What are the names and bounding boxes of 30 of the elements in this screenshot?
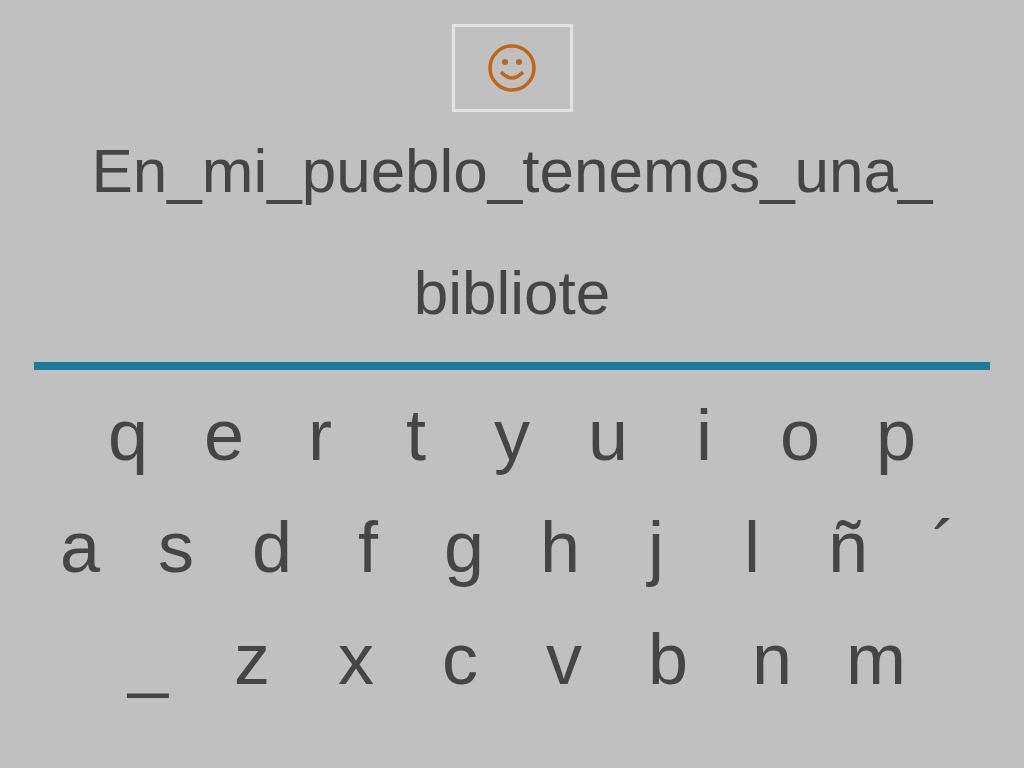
sentence-line: bibliote [413,257,611,329]
letter-key[interactable]: u [560,392,656,478]
letter-key[interactable]: _ [96,616,200,702]
letter-key[interactable]: z [200,616,304,702]
sentence-line: En_mi_pueblo_tenemos_una_ [91,135,933,207]
letter-key[interactable]: j [608,504,704,590]
letter-key[interactable]: m [824,616,928,702]
letter-key[interactable]: g [416,504,512,590]
letter-key[interactable]: f [320,504,416,590]
letter-key[interactable]: s [128,504,224,590]
letter-key[interactable]: o [752,392,848,478]
letter-key[interactable]: a [32,504,128,590]
letter-key[interactable]: n [720,616,824,702]
letter-key[interactable]: v [512,616,616,702]
letter-key[interactable]: y [464,392,560,478]
letter-key[interactable]: p [848,392,944,478]
letter-key[interactable]: ´ [896,504,992,590]
letter-key[interactable]: q [80,392,176,478]
letter-key[interactable]: t [368,392,464,478]
letter-key[interactable]: b [616,616,720,702]
letter-key[interactable]: c [408,616,512,702]
letter-key[interactable]: ñ [800,504,896,590]
smiley-icon [487,43,537,93]
letter-key[interactable]: x [304,616,408,702]
letter-key[interactable]: h [512,504,608,590]
letter-key[interactable]: d [224,504,320,590]
letter-key[interactable]: r [272,392,368,478]
letter-key[interactable]: l [704,504,800,590]
letter-key[interactable]: e [176,392,272,478]
letter-key[interactable]: i [656,392,752,478]
